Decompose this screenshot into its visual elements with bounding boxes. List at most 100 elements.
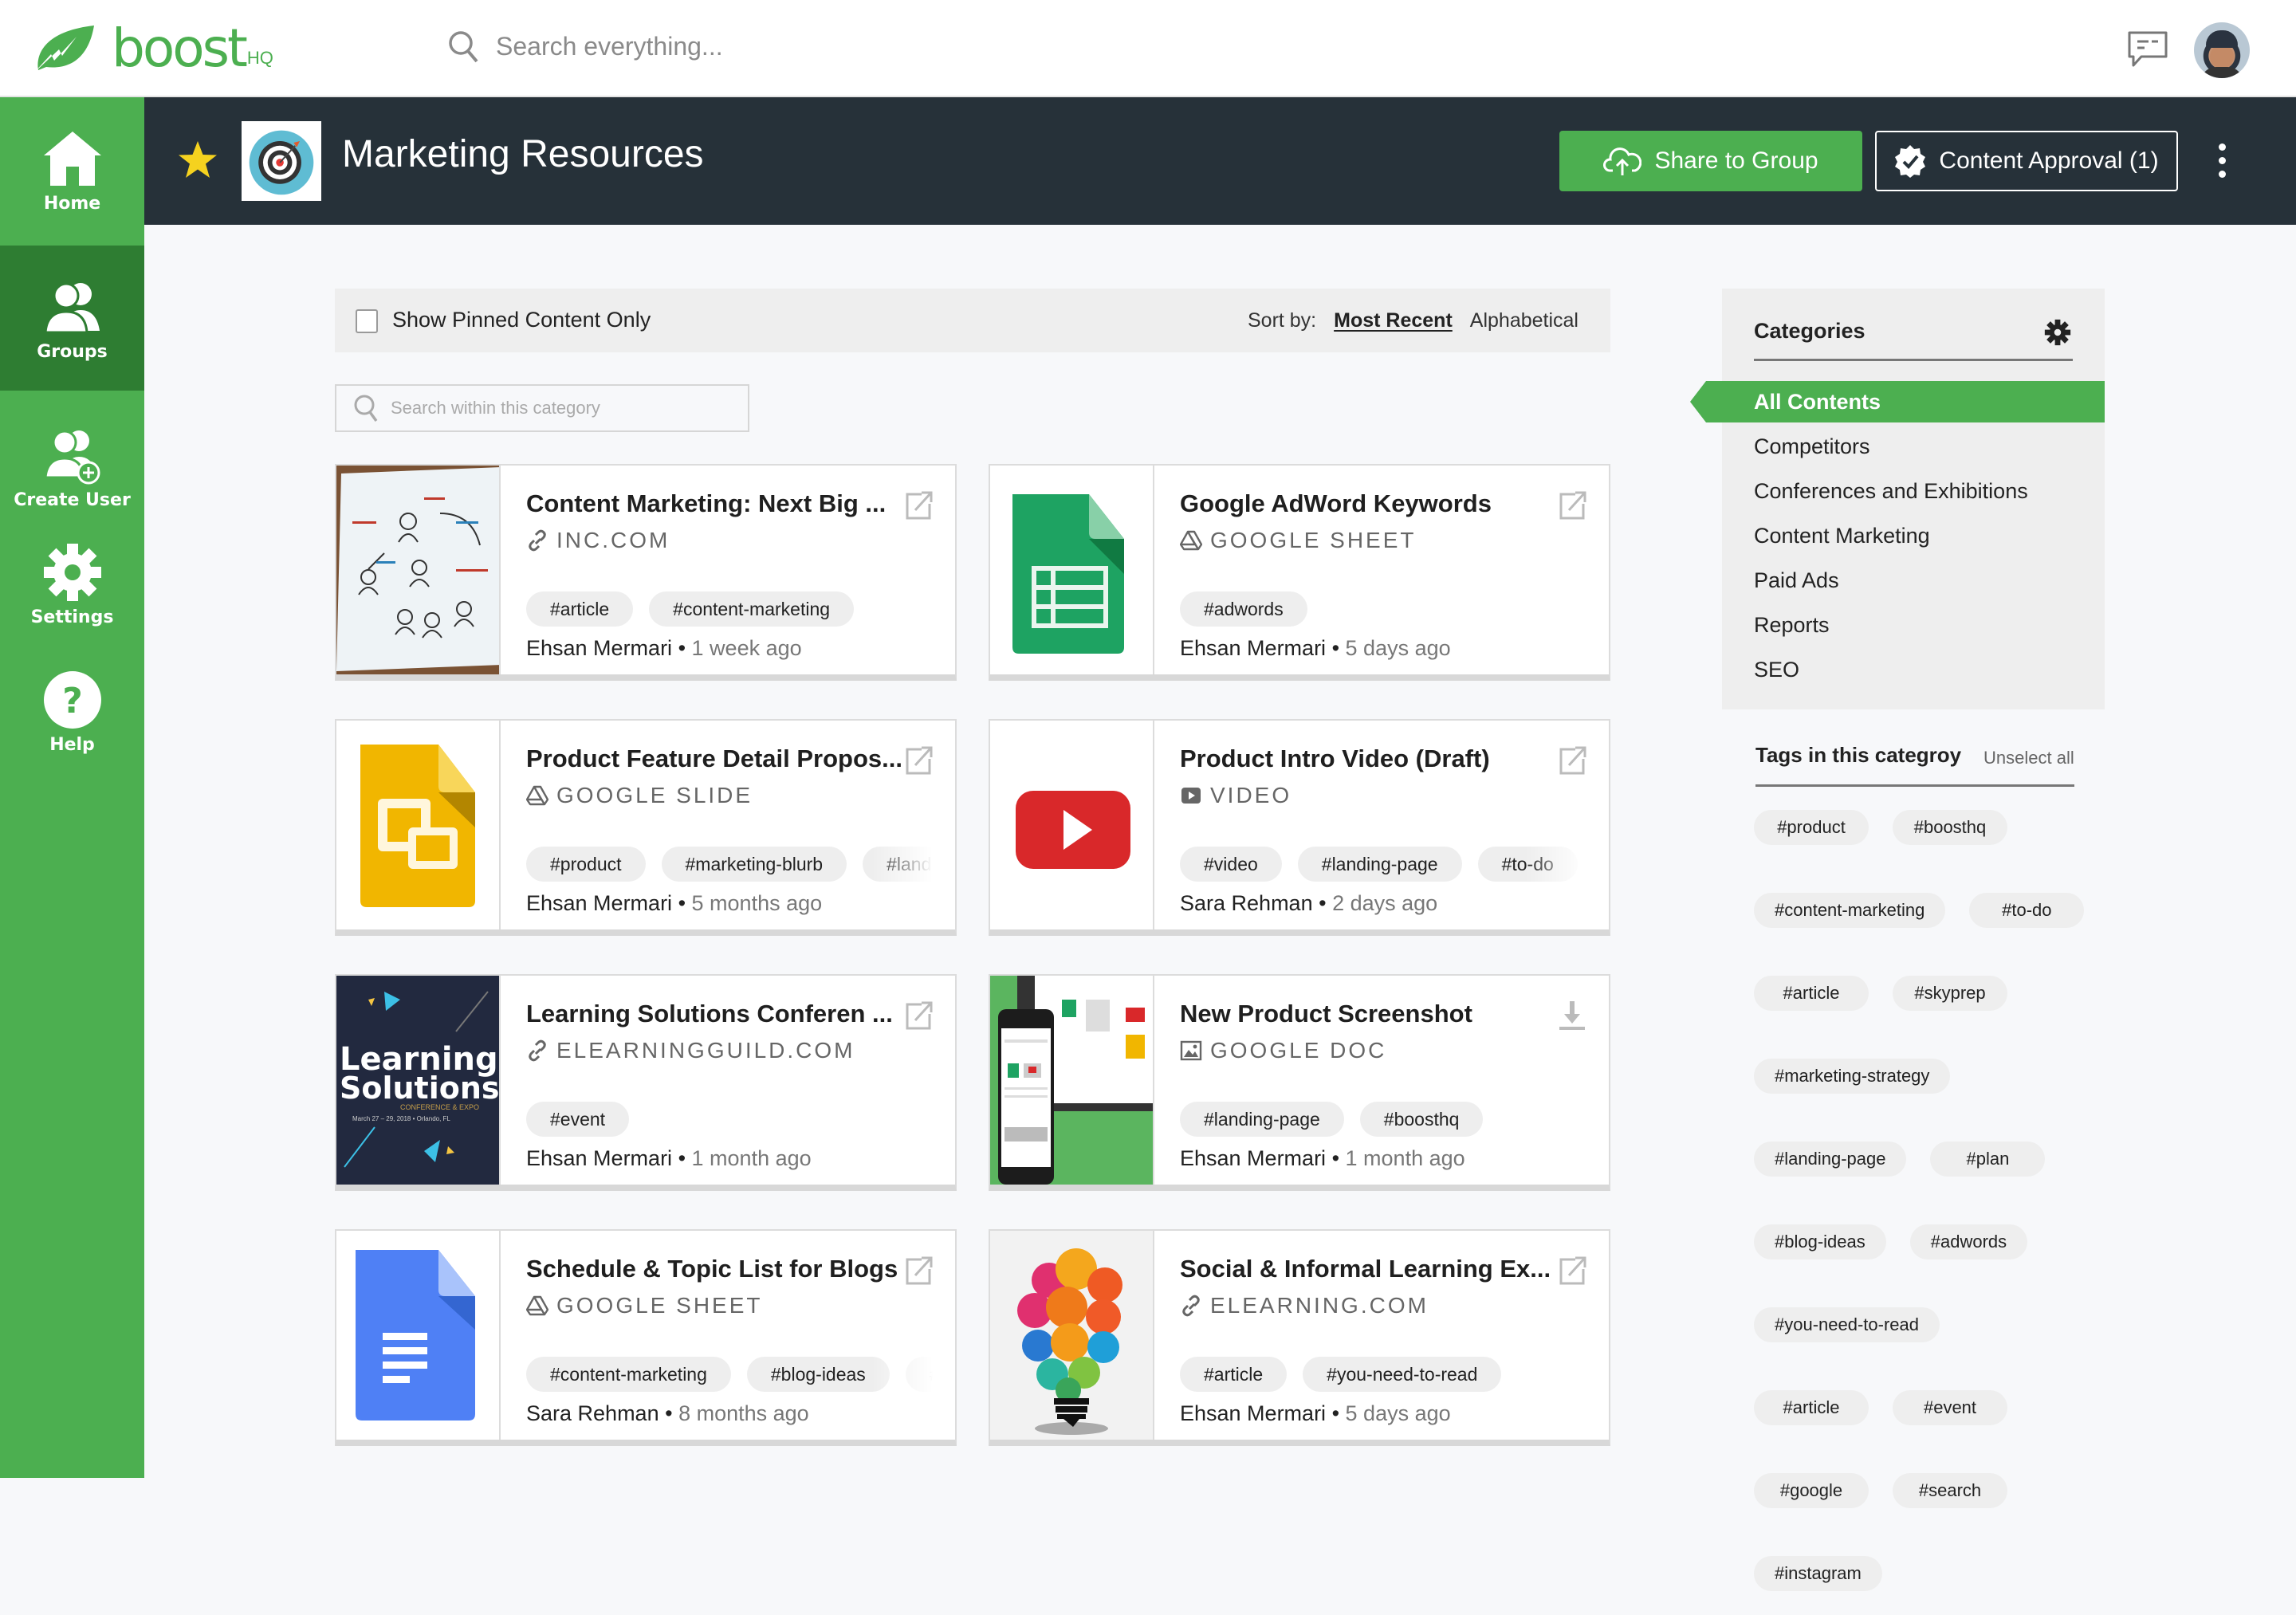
card-thumbnail[interactable] bbox=[336, 1231, 501, 1440]
card-tag[interactable]: #to-do bbox=[1477, 847, 1578, 882]
content-card[interactable]: New Product Screenshot GOOGLE DOC #landi… bbox=[989, 974, 1610, 1191]
card-tag[interactable]: #you-need-to-read bbox=[1303, 1357, 1502, 1392]
tag-chip[interactable]: #plan bbox=[1930, 1142, 2046, 1177]
global-search[interactable] bbox=[446, 29, 974, 64]
card-title[interactable]: Social & Informal Learning Ex... bbox=[1180, 1255, 1551, 1283]
nav-help[interactable]: ? Help bbox=[0, 647, 144, 775]
card-tag[interactable]: #article bbox=[1180, 1357, 1288, 1392]
external-link-icon[interactable] bbox=[1556, 745, 1588, 776]
global-search-input[interactable] bbox=[496, 31, 974, 61]
tag-chip[interactable]: #event bbox=[1893, 1390, 2007, 1425]
card-tag[interactable]: #product bbox=[526, 847, 646, 882]
tag-chip[interactable]: #blog-ideas bbox=[1754, 1224, 1886, 1259]
category-item[interactable]: Competitors bbox=[1722, 426, 2105, 467]
tag-chip[interactable]: #article bbox=[1754, 976, 1869, 1011]
category-item[interactable]: Content Marketing bbox=[1722, 515, 2105, 556]
external-link-icon[interactable] bbox=[902, 1000, 934, 1031]
card-title[interactable]: Google AdWord Keywords bbox=[1180, 489, 1492, 518]
card-title[interactable]: Product Feature Detail Propos... bbox=[526, 745, 902, 773]
tag-chip[interactable]: #product bbox=[1754, 810, 1869, 845]
card-author[interactable]: Ehsan Mermari bbox=[1180, 1146, 1326, 1170]
card-tag[interactable]: #content-marketing bbox=[649, 591, 855, 627]
tag-chip[interactable]: #marketing-strategy bbox=[1754, 1059, 1951, 1094]
card-author[interactable]: Ehsan Mermari bbox=[1180, 1401, 1326, 1425]
category-search-input[interactable] bbox=[391, 398, 725, 418]
card-title[interactable]: New Product Screenshot bbox=[1180, 1000, 1472, 1028]
tag-chip[interactable]: #google bbox=[1754, 1473, 1869, 1508]
card-tag[interactable]: #content-marketing bbox=[526, 1357, 731, 1392]
boosthq-logo[interactable]: boost HQ bbox=[27, 22, 273, 75]
card-tag[interactable]: # bbox=[905, 1357, 933, 1392]
messages-icon[interactable] bbox=[2127, 30, 2168, 69]
category-search[interactable] bbox=[335, 384, 749, 432]
tag-chip[interactable]: #content-marketing bbox=[1754, 893, 1946, 928]
card-title[interactable]: Learning Solutions Conferen ... bbox=[526, 1000, 893, 1028]
favorite-star-icon[interactable] bbox=[176, 139, 219, 182]
tag-chip[interactable]: #boosthq bbox=[1893, 810, 2007, 845]
content-card[interactable]: Content Marketing: Next Big ... INC.COM … bbox=[335, 464, 957, 681]
category-item[interactable]: All Contents bbox=[1690, 381, 2105, 422]
card-thumbnail[interactable] bbox=[990, 1231, 1154, 1440]
content-card[interactable]: Product Feature Detail Propos... GOOGLE … bbox=[335, 719, 957, 936]
card-tag[interactable]: #blog-ideas bbox=[746, 1357, 890, 1392]
card-tag[interactable]: #landing-page bbox=[863, 847, 933, 882]
download-icon[interactable] bbox=[1556, 1000, 1588, 1031]
category-item[interactable]: Paid Ads bbox=[1722, 560, 2105, 601]
content-approval-button[interactable]: Content Approval (1) bbox=[1875, 131, 2178, 191]
external-link-icon[interactable] bbox=[902, 489, 934, 521]
tag-chip[interactable]: #instagram bbox=[1754, 1556, 1882, 1591]
card-tag[interactable]: #event bbox=[526, 1102, 630, 1137]
category-item[interactable]: Reports bbox=[1722, 604, 2105, 646]
card-thumbnail[interactable]: Learning Solutions CONFERENCE & EXPO March … bbox=[336, 976, 501, 1185]
external-link-icon[interactable] bbox=[902, 1255, 934, 1287]
card-thumbnail[interactable] bbox=[990, 721, 1154, 929]
tag-chip[interactable]: #to-do bbox=[1969, 893, 2085, 928]
content-card[interactable]: Learning Solutions CONFERENCE & EXPO March … bbox=[335, 974, 957, 1191]
external-link-icon[interactable] bbox=[902, 745, 934, 776]
nav-create-user[interactable]: Create User bbox=[0, 394, 144, 539]
card-thumbnail[interactable] bbox=[990, 466, 1154, 674]
card-tag[interactable]: #landing-page bbox=[1180, 1102, 1344, 1137]
card-title[interactable]: Product Intro Video (Draft) bbox=[1180, 745, 1490, 773]
card-tag[interactable]: #landing-page bbox=[1297, 847, 1462, 882]
card-author[interactable]: Sara Rehman bbox=[526, 1401, 659, 1425]
card-title[interactable]: Content Marketing: Next Big ... bbox=[526, 489, 886, 518]
more-options-icon[interactable] bbox=[2214, 143, 2230, 179]
card-tag[interactable]: #adwords bbox=[1180, 591, 1307, 627]
user-avatar[interactable] bbox=[2194, 22, 2250, 78]
content-card[interactable]: Schedule & Topic List for Blogs GOOGLE S… bbox=[335, 1229, 957, 1446]
card-thumbnail[interactable] bbox=[336, 466, 501, 674]
sort-alphabetical[interactable]: Alphabetical bbox=[1470, 309, 1578, 332]
nav-groups[interactable]: Groups bbox=[0, 246, 144, 391]
card-author[interactable]: Ehsan Mermari bbox=[526, 636, 672, 660]
card-tag[interactable]: #article bbox=[526, 591, 634, 627]
content-card[interactable]: Google AdWord Keywords GOOGLE SHEET #adw… bbox=[989, 464, 1610, 681]
tag-chip[interactable]: #adwords bbox=[1909, 1224, 2028, 1259]
tag-chip[interactable]: #skyprep bbox=[1893, 976, 2007, 1011]
tag-chip[interactable]: #you-need-to-read bbox=[1754, 1307, 1940, 1342]
card-author[interactable]: Ehsan Mermari bbox=[1180, 636, 1326, 660]
card-thumbnail[interactable] bbox=[990, 976, 1154, 1185]
tag-chip[interactable]: #search bbox=[1893, 1473, 2007, 1508]
card-tag[interactable]: #boosthq bbox=[1359, 1102, 1484, 1137]
unselect-all-link[interactable]: Unselect all bbox=[1983, 748, 2074, 768]
card-author[interactable]: Ehsan Mermari bbox=[526, 891, 672, 915]
card-tag[interactable]: #video bbox=[1180, 847, 1282, 882]
pinned-only-label[interactable]: Show Pinned Content Only bbox=[392, 308, 651, 332]
card-author[interactable]: Ehsan Mermari bbox=[526, 1146, 672, 1170]
share-to-group-button[interactable]: Share to Group bbox=[1559, 131, 1862, 191]
nav-home[interactable]: Home bbox=[0, 97, 144, 242]
card-thumbnail[interactable] bbox=[336, 721, 501, 929]
external-link-icon[interactable] bbox=[1556, 1255, 1588, 1287]
external-link-icon[interactable] bbox=[1556, 489, 1588, 521]
tag-chip[interactable]: #article bbox=[1754, 1390, 1869, 1425]
sort-most-recent[interactable]: Most Recent bbox=[1334, 309, 1453, 332]
tag-chip[interactable]: #landing-page bbox=[1754, 1142, 1907, 1177]
category-item[interactable]: SEO bbox=[1722, 649, 2105, 690]
content-card[interactable]: Product Intro Video (Draft) VIDEO #video… bbox=[989, 719, 1610, 936]
pinned-only-checkbox[interactable] bbox=[356, 309, 378, 333]
card-tag[interactable]: #marketing-blurb bbox=[661, 847, 847, 882]
nav-settings[interactable]: Settings bbox=[0, 520, 144, 647]
card-author[interactable]: Sara Rehman bbox=[1180, 891, 1313, 915]
category-settings-gear-icon[interactable] bbox=[2044, 319, 2071, 346]
